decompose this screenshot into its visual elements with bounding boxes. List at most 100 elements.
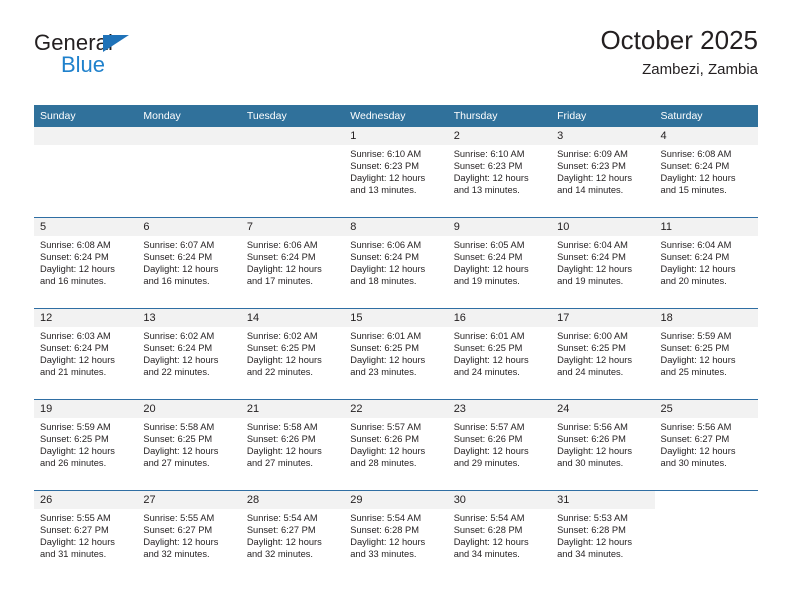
sunset-text: Sunset: 6:26 PM [246, 434, 316, 445]
calendar-body: 1 Sunrise: 6:10 AM Sunset: 6:23 PM Daylight… [34, 127, 758, 581]
sunrise-text: Sunrise: 6:07 AM [143, 240, 215, 250]
calendar-day-cell[interactable]: 9 Sunrise: 6:05 AM Sunset: 6:24 PM Daylight… [447, 217, 552, 309]
calendar-day-cell[interactable]: 24 Sunrise: 5:56 AM Sunset: 6:26 PM Dayligh… [551, 399, 655, 491]
calendar-day-cell[interactable]: 29 Sunrise: 5:54 AM Sunset: 6:28 PM Dayligh… [344, 490, 448, 581]
daylight-text-cont: and 25 minutes. [660, 367, 727, 378]
sunrise-text: Sunrise: 6:06 AM [350, 240, 422, 250]
daylight-text-cont: and 20 minutes. [660, 276, 727, 287]
calendar-day-cell-inner: 17 Sunrise: 6:00 AM Sunset: 6:25 PM Dayligh… [551, 309, 655, 399]
sunset-text: Sunset: 6:26 PM [453, 434, 523, 445]
sunset-text: Sunset: 6:24 PM [350, 252, 419, 263]
day-number: 14 [240, 309, 345, 327]
calendar-day-cell[interactable]: 15 Sunrise: 6:01 AM Sunset: 6:25 PM Dayligh… [344, 308, 448, 400]
calendar-day-cell[interactable]: 14 Sunrise: 6:02 AM Sunset: 6:25 PM Dayligh… [240, 308, 345, 400]
calendar-page: General Blue October 2025 Zambezi, Zambi… [0, 0, 792, 612]
daylight-text-cont: and 30 minutes. [557, 458, 624, 469]
calendar-day-cell[interactable]: 2 Sunrise: 6:10 AM Sunset: 6:23 PM Daylight… [447, 127, 552, 218]
daylight-text-cont: and 29 minutes. [453, 458, 520, 469]
calendar-day-cell[interactable]: 10 Sunrise: 6:04 AM Sunset: 6:24 PM Dayligh… [551, 217, 655, 309]
day-details: Sunrise: 5:54 AM Sunset: 6:27 PM Daylight:… [241, 509, 344, 560]
calendar-day-cell-inner: 25 Sunrise: 5:56 AM Sunset: 6:27 PM Dayligh… [654, 400, 758, 490]
calendar-day-cell[interactable]: 23 Sunrise: 5:57 AM Sunset: 6:26 PM Dayligh… [447, 399, 552, 491]
sunrise-text: Sunrise: 5:58 AM [246, 422, 318, 432]
sunrise-text: Sunrise: 6:08 AM [660, 149, 732, 159]
calendar-day-cell[interactable]: 27 Sunrise: 5:55 AM Sunset: 6:27 PM Dayligh… [137, 490, 241, 581]
day-number: 15 [344, 309, 448, 327]
calendar-day-cell[interactable]: 3 Sunrise: 6:09 AM Sunset: 6:23 PM Daylight… [551, 127, 655, 218]
sunset-text: Sunset: 6:23 PM [350, 161, 419, 172]
calendar-day-cell[interactable]: 30 Sunrise: 5:54 AM Sunset: 6:28 PM Dayligh… [447, 490, 552, 581]
calendar-day-cell[interactable]: 21 Sunrise: 5:58 AM Sunset: 6:26 PM Dayligh… [240, 399, 345, 491]
sunset-text: Sunset: 6:24 PM [40, 343, 109, 354]
day-number: 23 [447, 400, 552, 418]
daylight-text: Daylight: 12 hours [143, 264, 219, 275]
calendar-day-cell[interactable]: 11 Sunrise: 6:04 AM Sunset: 6:24 PM Dayligh… [654, 217, 758, 309]
calendar-day-cell-inner: 24 Sunrise: 5:56 AM Sunset: 6:26 PM Dayligh… [551, 400, 655, 490]
daylight-text-cont: and 15 minutes. [660, 185, 727, 196]
general-blue-logo[interactable]: General Blue [34, 32, 204, 88]
sunrise-text: Sunrise: 6:03 AM [40, 331, 111, 341]
day-details: Sunrise: 5:58 AM Sunset: 6:26 PM Daylight:… [241, 418, 344, 469]
day-details: Sunrise: 5:54 AM Sunset: 6:28 PM Daylight:… [448, 509, 551, 560]
logo-text-general: General [34, 30, 113, 55]
calendar-day-cell[interactable]: 7 Sunrise: 6:06 AM Sunset: 6:24 PM Daylight… [240, 217, 345, 309]
daylight-text: Daylight: 12 hours [453, 355, 529, 366]
day-number: 4 [654, 127, 758, 145]
sunset-text: Sunset: 6:27 PM [660, 434, 730, 445]
calendar-day-cell-inner: 9 Sunrise: 6:05 AM Sunset: 6:24 PM Daylight… [447, 218, 552, 308]
calendar-day-cell-inner: 5 Sunrise: 6:08 AM Sunset: 6:24 PM Daylight… [34, 218, 138, 308]
day-number: 26 [34, 491, 138, 509]
day-number: 17 [551, 309, 655, 327]
day-number: 18 [654, 309, 758, 327]
day-number: 10 [551, 218, 655, 236]
calendar-day-cell-empty [654, 490, 758, 581]
daylight-text: Daylight: 12 hours [143, 446, 219, 457]
day-details: Sunrise: 6:09 AM Sunset: 6:23 PM Daylight:… [551, 145, 654, 196]
daylight-text: Daylight: 12 hours [40, 446, 115, 457]
day-number: 7 [240, 218, 345, 236]
calendar-day-cell-inner: 6 Sunrise: 6:07 AM Sunset: 6:24 PM Daylight… [137, 218, 241, 308]
day-details: Sunrise: 5:56 AM Sunset: 6:27 PM Daylight:… [655, 418, 758, 469]
calendar-day-cell-inner: 28 Sunrise: 5:54 AM Sunset: 6:27 PM Dayligh… [240, 491, 345, 581]
calendar-day-cell-inner: 8 Sunrise: 6:06 AM Sunset: 6:24 PM Daylight… [344, 218, 448, 308]
calendar-day-cell[interactable]: 17 Sunrise: 6:00 AM Sunset: 6:25 PM Dayligh… [551, 308, 655, 400]
weekday-header-sunday: Sunday [34, 105, 138, 127]
calendar-day-cell[interactable]: 22 Sunrise: 5:57 AM Sunset: 6:26 PM Dayligh… [344, 399, 448, 491]
daylight-text-cont: and 23 minutes. [350, 367, 417, 378]
day-details: Sunrise: 5:58 AM Sunset: 6:25 PM Daylight:… [137, 418, 240, 469]
calendar-day-cell[interactable]: 1 Sunrise: 6:10 AM Sunset: 6:23 PM Daylight… [344, 127, 448, 218]
calendar-day-cell[interactable]: 6 Sunrise: 6:07 AM Sunset: 6:24 PM Daylight… [137, 217, 241, 309]
calendar-day-cell[interactable]: 4 Sunrise: 6:08 AM Sunset: 6:24 PM Daylight… [654, 127, 758, 218]
calendar-day-cell[interactable]: 16 Sunrise: 6:01 AM Sunset: 6:25 PM Dayligh… [447, 308, 552, 400]
day-number [240, 127, 345, 145]
calendar-day-cell-inner [240, 127, 345, 217]
day-details: Sunrise: 5:55 AM Sunset: 6:27 PM Daylight:… [34, 509, 137, 560]
calendar-day-cell[interactable]: 28 Sunrise: 5:54 AM Sunset: 6:27 PM Dayligh… [240, 490, 345, 581]
calendar-day-cell[interactable]: 19 Sunrise: 5:59 AM Sunset: 6:25 PM Dayligh… [34, 399, 138, 491]
calendar-day-cell-inner: 3 Sunrise: 6:09 AM Sunset: 6:23 PM Daylight… [551, 127, 655, 217]
sunset-text: Sunset: 6:26 PM [557, 434, 626, 445]
calendar-day-cell[interactable]: 5 Sunrise: 6:08 AM Sunset: 6:24 PM Daylight… [34, 217, 138, 309]
daylight-text: Daylight: 12 hours [246, 446, 322, 457]
calendar-day-cell[interactable]: 8 Sunrise: 6:06 AM Sunset: 6:24 PM Daylight… [344, 217, 448, 309]
sunset-text: Sunset: 6:25 PM [246, 343, 316, 354]
sunrise-sunset-calendar-table: Sunday Monday Tuesday Wednesday Thursday… [34, 105, 758, 581]
daylight-text-cont: and 13 minutes. [453, 185, 520, 196]
sunset-text: Sunset: 6:24 PM [40, 252, 109, 263]
calendar-day-cell[interactable]: 12 Sunrise: 6:03 AM Sunset: 6:24 PM Dayligh… [34, 308, 138, 400]
calendar-day-cell[interactable]: 31 Sunrise: 5:53 AM Sunset: 6:28 PM Dayligh… [551, 490, 655, 581]
calendar-day-cell[interactable]: 18 Sunrise: 5:59 AM Sunset: 6:25 PM Dayligh… [654, 308, 758, 400]
calendar-day-cell[interactable]: 20 Sunrise: 5:58 AM Sunset: 6:25 PM Dayligh… [137, 399, 241, 491]
calendar-day-cell[interactable]: 25 Sunrise: 5:56 AM Sunset: 6:27 PM Dayligh… [654, 399, 758, 491]
calendar-day-cell-inner: 10 Sunrise: 6:04 AM Sunset: 6:24 PM Dayligh… [551, 218, 655, 308]
calendar-day-cell-inner [654, 491, 758, 581]
calendar-day-cell[interactable]: 13 Sunrise: 6:02 AM Sunset: 6:24 PM Dayligh… [137, 308, 241, 400]
daylight-text: Daylight: 12 hours [453, 264, 529, 275]
sunrise-text: Sunrise: 5:53 AM [557, 513, 628, 523]
daylight-text-cont: and 33 minutes. [350, 549, 417, 560]
daylight-text: Daylight: 12 hours [557, 537, 633, 548]
sunrise-text: Sunrise: 5:54 AM [350, 513, 422, 523]
calendar-day-cell[interactable]: 26 Sunrise: 5:55 AM Sunset: 6:27 PM Dayligh… [34, 490, 138, 581]
sunset-text: Sunset: 6:25 PM [350, 343, 419, 354]
day-number: 12 [34, 309, 138, 327]
